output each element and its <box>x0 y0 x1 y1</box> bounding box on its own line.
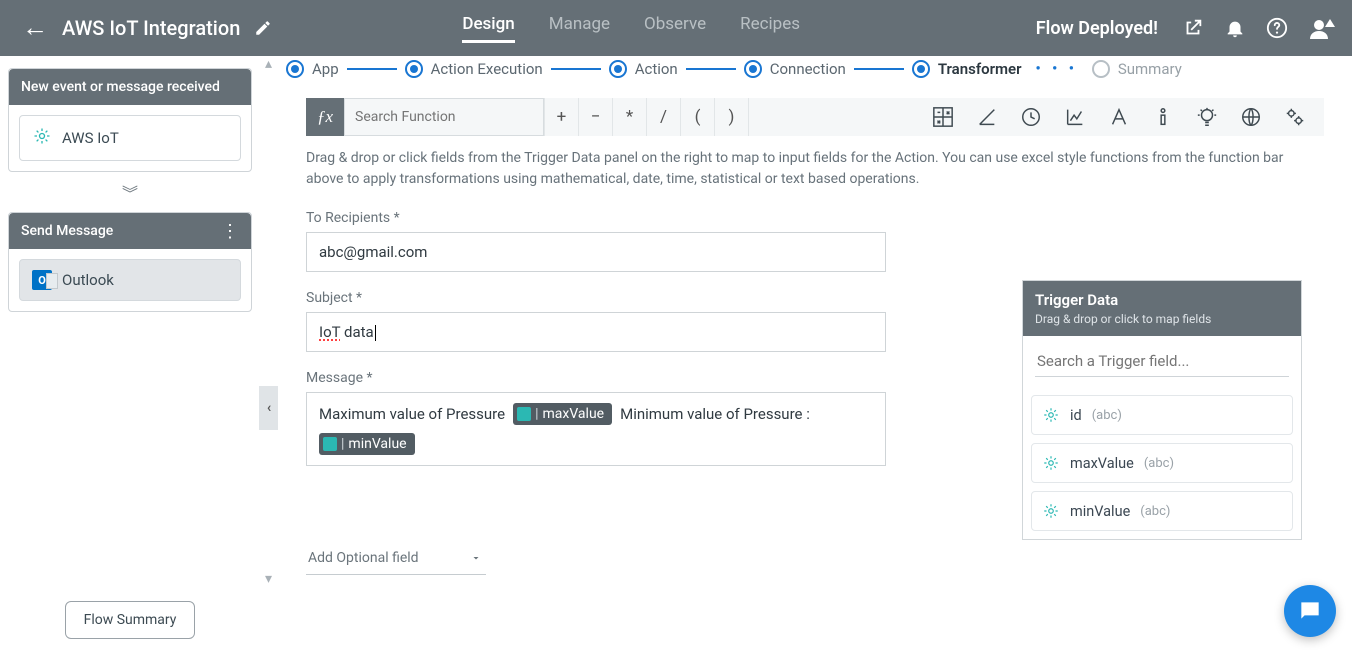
step-summary: Summary <box>1092 60 1182 78</box>
gears-icon[interactable] <box>1284 106 1306 128</box>
globe-icon[interactable] <box>1240 106 1262 128</box>
aws-iot-icon <box>32 126 52 150</box>
trigger-card[interactable]: New event or message received AWS IoT <box>8 68 252 172</box>
tab-manage[interactable]: Manage <box>549 14 610 43</box>
to-field[interactable] <box>306 232 886 272</box>
fx-icon[interactable]: ƒx <box>306 98 344 136</box>
sidebar: New event or message received AWS IoT ︾ … <box>0 56 260 653</box>
action-card-title: Send Message <box>21 223 113 239</box>
chip-minvalue[interactable]: |minValue <box>319 433 415 455</box>
chat-button[interactable] <box>1284 585 1336 637</box>
card-menu-icon[interactable]: ⋮ <box>221 227 239 236</box>
subject-label: Subject * <box>306 290 886 306</box>
trigger-panel-subtitle: Drag & drop or click to map fields <box>1035 312 1289 326</box>
chart-icon[interactable] <box>1064 106 1086 128</box>
angle-icon[interactable] <box>976 106 998 128</box>
to-input[interactable] <box>319 243 873 261</box>
trigger-field-id[interactable]: id (abc) <box>1031 395 1293 435</box>
message-label: Message * <box>306 370 886 386</box>
step-transformer[interactable]: Transformer <box>912 60 1022 78</box>
flow-summary-button[interactable]: Flow Summary <box>65 601 196 639</box>
external-link-icon[interactable] <box>1182 17 1204 39</box>
action-card[interactable]: Send Message ⋮ O Outlook <box>8 212 252 312</box>
top-tabs: Design Manage Observe Recipes <box>462 14 800 43</box>
op-div[interactable]: / <box>646 98 680 136</box>
collapse-sidebar-button[interactable]: ‹ <box>259 386 279 430</box>
trigger-card-title: New event or message received <box>21 79 220 95</box>
op-lparen[interactable]: ( <box>680 98 714 136</box>
op-mult[interactable]: * <box>612 98 646 136</box>
op-plus[interactable]: + <box>544 98 578 136</box>
tab-recipes[interactable]: Recipes <box>740 14 800 43</box>
math-icon[interactable] <box>932 106 954 128</box>
clock-icon[interactable] <box>1020 106 1042 128</box>
idea-icon[interactable] <box>1196 106 1218 128</box>
trigger-search-input[interactable] <box>1035 346 1289 377</box>
action-node[interactable]: O Outlook <box>19 259 241 301</box>
aws-iot-icon <box>1042 406 1060 424</box>
trigger-field-minvalue[interactable]: minValue (abc) <box>1031 491 1293 531</box>
sidebar-resize-handle[interactable]: ▴ ‹ ▾ <box>259 56 273 643</box>
bell-icon[interactable] <box>1224 17 1246 39</box>
op-minus[interactable]: − <box>578 98 612 136</box>
step-bar: App Action Execution Action Connection T… <box>278 52 1352 86</box>
chip-maxvalue[interactable]: |maxValue <box>513 403 612 425</box>
edit-title-icon[interactable] <box>254 19 272 37</box>
step-dots: • • • <box>1036 61 1078 77</box>
step-action-execution[interactable]: Action Execution <box>405 60 543 78</box>
trigger-field-maxvalue[interactable]: maxValue (abc) <box>1031 443 1293 483</box>
function-search-input[interactable] <box>345 109 543 125</box>
page-title: AWS IoT Integration <box>62 16 240 40</box>
help-icon[interactable] <box>1266 17 1288 39</box>
user-icon[interactable] <box>1308 17 1338 39</box>
aws-iot-icon <box>1042 502 1060 520</box>
subject-field[interactable]: IoT data <box>306 312 886 352</box>
help-text: Drag & drop or click fields from the Tri… <box>306 148 1286 190</box>
trigger-panel-title: Trigger Data <box>1035 291 1289 309</box>
operator-buttons: + − * / ( ) <box>544 98 748 136</box>
flow-deployed-label: Flow Deployed! <box>1036 18 1158 39</box>
flow-arrow-icon: ︾ <box>8 180 252 204</box>
step-app[interactable]: App <box>286 60 339 78</box>
aws-iot-icon <box>1042 454 1060 472</box>
trigger-node[interactable]: AWS IoT <box>19 115 241 161</box>
add-optional-field-select[interactable]: Add Optional field <box>306 544 486 575</box>
step-action[interactable]: Action <box>609 60 678 78</box>
step-connection[interactable]: Connection <box>744 60 846 78</box>
tab-observe[interactable]: Observe <box>644 14 706 43</box>
text-icon[interactable] <box>1108 106 1130 128</box>
op-rparen[interactable]: ) <box>714 98 748 136</box>
back-arrow[interactable]: ← <box>22 15 48 41</box>
to-label: To Recipients * <box>306 210 886 226</box>
outlook-icon: O <box>32 270 52 290</box>
trigger-data-panel: Trigger Data Drag & drop or click to map… <box>1022 280 1302 540</box>
info-icon[interactable] <box>1152 106 1174 128</box>
tab-design[interactable]: Design <box>462 14 514 43</box>
message-field[interactable]: Maximum value of Pressure |maxValue Mini… <box>306 392 886 466</box>
